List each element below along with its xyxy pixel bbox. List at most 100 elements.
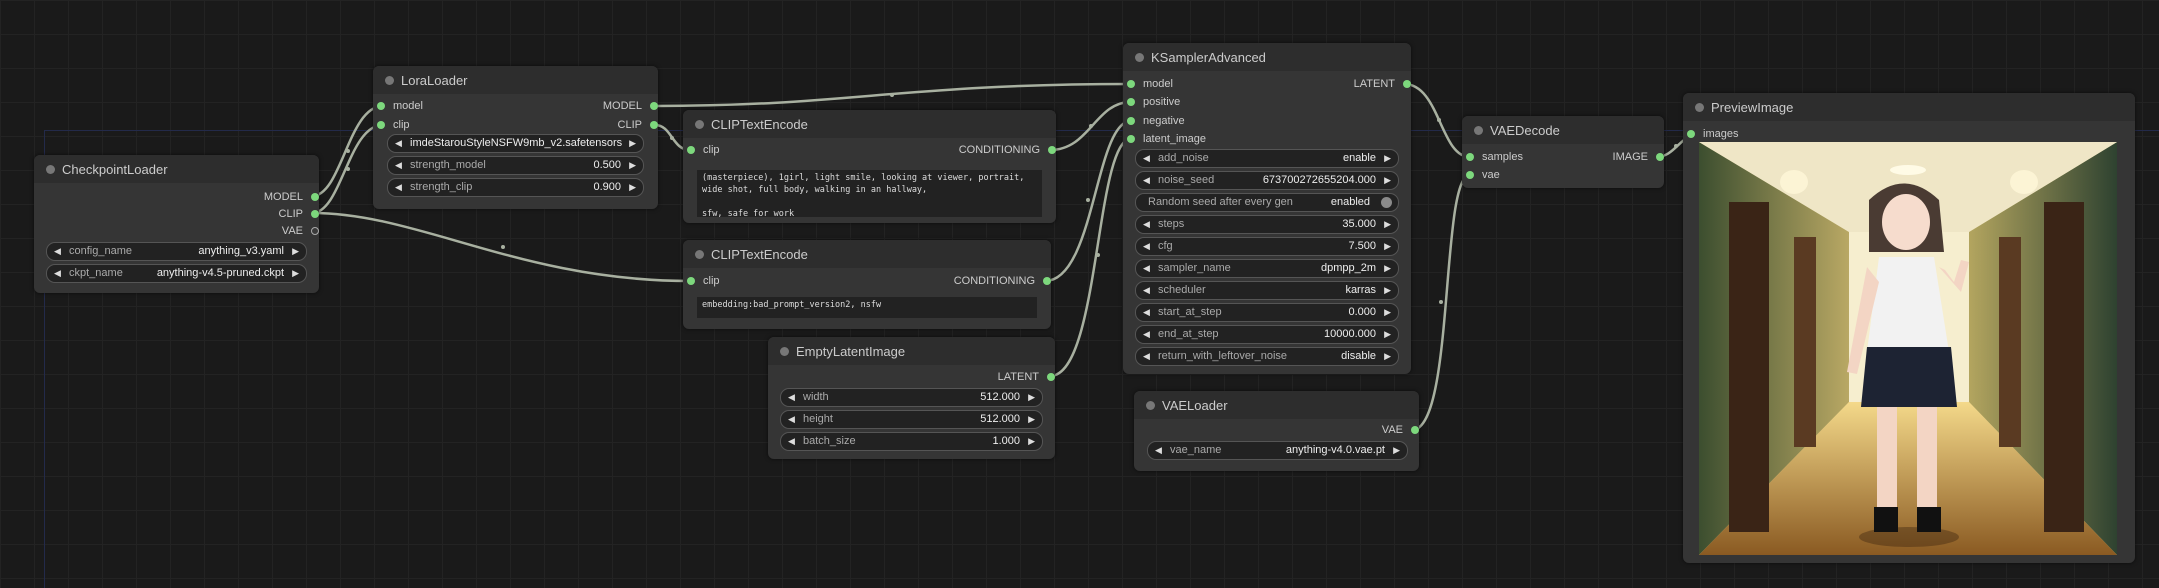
slot-connector[interactable] [650,102,658,110]
slot-connector[interactable] [687,277,695,285]
arrow-left-icon[interactable]: ◀ [54,265,61,282]
widget-scheduler[interactable]: ◀ scheduler karras ▶ [1135,281,1399,300]
collapse-dot[interactable] [695,120,704,129]
node-header[interactable]: EmptyLatentImage [768,337,1055,365]
arrow-left-icon[interactable]: ◀ [1143,282,1150,299]
node-header[interactable]: KSamplerAdvanced [1123,43,1411,71]
output-conditioning[interactable]: CONDITIONING [959,143,1056,157]
slot-connector[interactable] [311,227,319,235]
node-lora-loader[interactable]: LoraLoader model clip MODEL CLIP ◀ imdeSt… [373,66,658,209]
widget-strength-model[interactable]: ◀ strength_model 0.500 ▶ [387,156,644,175]
widget-noise-seed[interactable]: ◀ noise_seed 673700272655204.000 ▶ [1135,171,1399,190]
arrow-left-icon[interactable]: ◀ [1143,172,1150,189]
slot-connector[interactable] [311,210,319,218]
arrow-right-icon[interactable]: ▶ [1384,326,1391,343]
widget-width[interactable]: ◀ width 512.000 ▶ [780,388,1043,407]
slot-connector[interactable] [1656,153,1664,161]
widget-return-with-leftover-noise[interactable]: ◀ return_with_leftover_noise disable ▶ [1135,347,1399,366]
arrow-left-icon[interactable]: ◀ [1143,150,1150,167]
widget-start-at-step[interactable]: ◀ start_at_step 0.000 ▶ [1135,303,1399,322]
output-clip[interactable]: CLIP [618,118,658,132]
node-checkpoint-loader[interactable]: CheckpointLoader MODEL CLIP VAE ◀ config_… [34,155,319,293]
widget-config-name[interactable]: ◀ config_name anything_v3.yaml ▶ [46,242,307,261]
slot-connector[interactable] [1127,117,1135,125]
arrow-right-icon[interactable]: ▶ [1393,442,1400,459]
output-image[interactable]: IMAGE [1613,150,1664,164]
widget-vae-name[interactable]: ◀ vae_name anything-v4.0.vae.pt ▶ [1147,441,1408,460]
widget-add-noise[interactable]: ◀ add_noise enable ▶ [1135,149,1399,168]
slot-connector[interactable] [1048,146,1056,154]
node-header[interactable]: CLIPTextEncode [683,240,1051,268]
arrow-right-icon[interactable]: ▶ [292,265,299,282]
slot-connector[interactable] [377,121,385,129]
node-header[interactable]: VAEDecode [1462,116,1664,144]
collapse-dot[interactable] [1146,401,1155,410]
input-clip[interactable]: clip [687,274,720,288]
slot-connector[interactable] [1127,135,1135,143]
collapse-dot[interactable] [385,76,394,85]
input-clip[interactable]: clip [377,118,410,132]
output-conditioning[interactable]: CONDITIONING [954,274,1051,288]
arrow-left-icon[interactable]: ◀ [1143,216,1150,233]
slot-connector[interactable] [1687,130,1695,138]
output-latent[interactable]: LATENT [998,370,1055,384]
arrow-left-icon[interactable]: ◀ [395,157,402,174]
node-clip-text-encode-negative[interactable]: CLIPTextEncode clip CONDITIONING embeddi… [683,240,1051,329]
arrow-right-icon[interactable]: ▶ [1384,172,1391,189]
input-model[interactable]: model [377,99,423,113]
slot-connector[interactable] [377,102,385,110]
collapse-dot[interactable] [1695,103,1704,112]
slot-connector[interactable] [687,146,695,154]
node-preview-image[interactable]: PreviewImage images [1683,93,2135,563]
collapse-dot[interactable] [46,165,55,174]
input-latent-image[interactable]: latent_image [1127,132,1206,146]
widget-height[interactable]: ◀ height 512.000 ▶ [780,410,1043,429]
node-clip-text-encode-positive[interactable]: CLIPTextEncode clip CONDITIONING (master… [683,110,1056,223]
arrow-right-icon[interactable]: ▶ [629,135,636,152]
arrow-left-icon[interactable]: ◀ [788,389,795,406]
arrow-right-icon[interactable]: ▶ [629,157,636,174]
arrow-left-icon[interactable]: ◀ [1143,238,1150,255]
arrow-right-icon[interactable]: ▶ [1384,260,1391,277]
input-samples[interactable]: samples [1466,150,1523,164]
slot-connector[interactable] [1466,153,1474,161]
arrow-left-icon[interactable]: ◀ [395,179,402,196]
node-header[interactable]: CLIPTextEncode [683,110,1056,138]
arrow-right-icon[interactable]: ▶ [292,243,299,260]
arrow-right-icon[interactable]: ▶ [1384,216,1391,233]
arrow-right-icon[interactable]: ▶ [1028,389,1035,406]
widget-end-at-step[interactable]: ◀ end_at_step 10000.000 ▶ [1135,325,1399,344]
output-model[interactable]: MODEL [264,190,319,204]
arrow-right-icon[interactable]: ▶ [1384,282,1391,299]
arrow-left-icon[interactable]: ◀ [788,411,795,428]
arrow-left-icon[interactable]: ◀ [54,243,61,260]
slot-connector[interactable] [1411,426,1419,434]
arrow-right-icon[interactable]: ▶ [1384,150,1391,167]
arrow-left-icon[interactable]: ◀ [1143,348,1150,365]
node-header[interactable]: CheckpointLoader [34,155,319,183]
node-vae-decode[interactable]: VAEDecode samples vae IMAGE [1462,116,1664,188]
widget-lora-name[interactable]: ◀ imdeStarouStyleNSFW9mb_v2.safetensors ▶ [387,134,644,153]
node-header[interactable]: LoraLoader [373,66,658,94]
widget-sampler-name[interactable]: ◀ sampler_name dpmpp_2m ▶ [1135,259,1399,278]
slot-connector[interactable] [650,121,658,129]
widget-strength-clip[interactable]: ◀ strength_clip 0.900 ▶ [387,178,644,197]
prompt-textarea[interactable]: embedding:bad_prompt_version2, nsfw [697,297,1037,318]
toggle-random-seed[interactable]: Random seed after every gen enabled [1135,193,1399,212]
node-empty-latent-image[interactable]: EmptyLatentImage LATENT ◀ width 512.000 ▶ ◀… [768,337,1055,459]
collapse-dot[interactable] [1135,53,1144,62]
slot-connector[interactable] [1043,277,1051,285]
arrow-left-icon[interactable]: ◀ [1143,326,1150,343]
arrow-left-icon[interactable]: ◀ [1143,260,1150,277]
output-latent[interactable]: LATENT [1354,77,1411,91]
output-vae[interactable]: VAE [1382,423,1419,437]
arrow-left-icon[interactable]: ◀ [395,135,402,152]
widget-ckpt-name[interactable]: ◀ ckpt_name anything-v4.5-pruned.ckpt ▶ [46,264,307,283]
node-header[interactable]: VAELoader [1134,391,1419,419]
toggle-knob[interactable] [1381,197,1392,208]
arrow-left-icon[interactable]: ◀ [788,433,795,450]
slot-connector[interactable] [311,193,319,201]
input-clip[interactable]: clip [687,143,720,157]
prompt-textarea[interactable]: (masterpiece), 1girl, light smile, looki… [697,170,1042,217]
arrow-left-icon[interactable]: ◀ [1143,304,1150,321]
